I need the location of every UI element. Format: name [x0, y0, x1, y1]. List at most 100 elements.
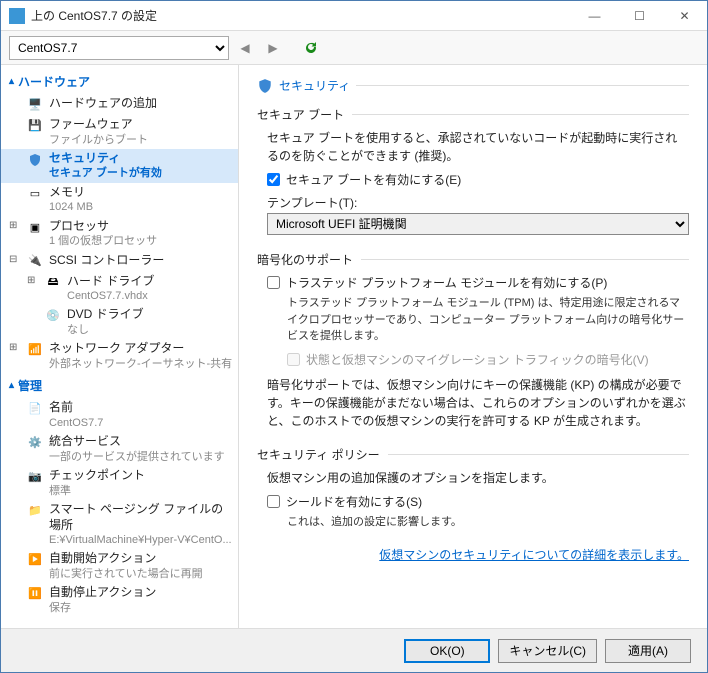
sidebar-item-processor[interactable]: ⊞ ▣ プロセッサ1 個の仮想プロセッサ — [1, 217, 238, 251]
sidebar-item-sub: 前に実行されていた場合に再開 — [49, 567, 234, 581]
sidebar-item-security[interactable]: セキュリティセキュア ブートが有効 — [1, 149, 238, 183]
sidebar-item-label: SCSI コントローラー — [49, 253, 234, 269]
category-label: 管理 — [18, 377, 42, 394]
dvd-icon: 💿 — [45, 308, 61, 324]
name-icon: 📄 — [27, 401, 43, 417]
sidebar: ▴ ハードウェア 🖥️ ハードウェアの追加 💾 ファームウェアファイルからブート… — [1, 65, 239, 628]
sidebar-item-sub: セキュア ブートが有効 — [49, 166, 234, 180]
group-legend: セキュア ブート — [257, 106, 344, 123]
section-header: セキュリティ — [257, 77, 689, 94]
sidebar-item-name[interactable]: 📄 名前CentOS7.7 — [1, 398, 238, 432]
maximize-button[interactable]: ☐ — [617, 1, 662, 31]
vm-select[interactable]: CentOS7.7 — [9, 36, 229, 60]
sidebar-item-autostop[interactable]: ⏸️ 自動停止アクション保存 — [1, 583, 238, 617]
apply-button[interactable]: 適用(A) — [605, 639, 691, 663]
checkpoint-icon: 📷 — [27, 469, 43, 485]
sidebar-item-label: スマート ページング ファイルの場所 — [49, 502, 234, 533]
sidebar-item-label: ハードウェアの追加 — [49, 96, 234, 112]
sidebar-item-label: 統合サービス — [49, 434, 234, 450]
sidebar-item-sub: 1 個の仮想プロセッサ — [49, 234, 234, 248]
harddrive-icon: 🖴 — [45, 275, 61, 291]
encryption-group: 暗号化のサポート トラステッド プラットフォーム モジュールを有効にする(P) … — [257, 251, 689, 430]
sidebar-item-label: 名前 — [49, 400, 234, 416]
template-label: テンプレート(T): — [267, 194, 689, 211]
tpm-checkbox[interactable] — [267, 276, 280, 289]
chevron-up-icon: ▴ — [9, 76, 14, 87]
sidebar-item-harddrive[interactable]: ⊞ 🖴 ハード ドライブCentOS7.7.vhdx — [1, 272, 238, 306]
details-link[interactable]: 仮想マシンのセキュリティについての詳細を表示します。 — [257, 546, 689, 563]
tpm-checkbox-row[interactable]: トラステッド プラットフォーム モジュールを有効にする(P) — [267, 274, 689, 291]
sidebar-item-network[interactable]: ⊞ 📶 ネットワーク アダプター外部ネットワーク-イーサネット-共有 — [1, 339, 238, 373]
sidebar-item-label: DVD ドライブ — [67, 307, 234, 323]
ok-button[interactable]: OK(O) — [404, 639, 490, 663]
shield-icon — [257, 78, 273, 94]
secure-boot-desc: セキュア ブートを使用すると、承認されていないコードが起動時に実行されるのを防ぐ… — [267, 129, 689, 165]
close-button[interactable]: ✕ — [662, 1, 707, 31]
sidebar-item-sub: 一部のサービスが提供されています — [49, 450, 234, 464]
autostop-icon: ⏸️ — [27, 586, 43, 602]
window-buttons: — ☐ ✕ — [572, 1, 707, 31]
sidebar-item-label: セキュリティ — [49, 151, 234, 167]
sidebar-item-integration[interactable]: ⚙️ 統合サービス一部のサービスが提供されています — [1, 432, 238, 466]
footer: OK(O) キャンセル(C) 適用(A) — [1, 628, 707, 672]
sidebar-item-label: ネットワーク アダプター — [49, 341, 234, 357]
sidebar-item-sub: CentOS7.7.vhdx — [67, 289, 234, 303]
group-legend: セキュリティ ポリシー — [257, 446, 380, 463]
nav-prev-button[interactable]: ◀ — [233, 36, 257, 60]
firmware-icon: 💾 — [27, 118, 43, 134]
add-hardware-icon: 🖥️ — [27, 97, 43, 113]
category-hardware[interactable]: ▴ ハードウェア — [1, 69, 238, 94]
chevron-up-icon: ▴ — [9, 380, 14, 391]
category-management[interactable]: ▴ 管理 — [1, 373, 238, 398]
sidebar-item-label: ファームウェア — [49, 117, 234, 133]
autostart-icon: ▶️ — [27, 552, 43, 568]
smartpaging-icon: 📁 — [27, 503, 43, 519]
checkbox-label: トラステッド プラットフォーム モジュールを有効にする(P) — [286, 274, 607, 291]
sidebar-item-smartpaging[interactable]: 📁 スマート ページング ファイルの場所E:¥VirtualMachine¥Hy… — [1, 500, 238, 549]
tpm-desc: トラステッド プラットフォーム モジュール (TPM) は、特定用途に限定される… — [287, 295, 689, 345]
processor-icon: ▣ — [27, 220, 43, 236]
checkbox-label: シールドを有効にする(S) — [286, 493, 422, 510]
sidebar-item-memory[interactable]: ▭ メモリ1024 MB — [1, 183, 238, 217]
refresh-button[interactable] — [299, 36, 323, 60]
sidebar-item-sub: CentOS7.7 — [49, 416, 234, 430]
migrate-checkbox-row: 状態と仮想マシンのマイグレーション トラフィックの暗号化(V) — [287, 351, 689, 368]
sidebar-item-checkpoint[interactable]: 📷 チェックポイント標準 — [1, 466, 238, 500]
secure-boot-checkbox-row[interactable]: セキュア ブートを有効にする(E) — [267, 171, 689, 188]
sidebar-item-scsi[interactable]: ⊟ 🔌 SCSI コントローラー — [1, 251, 238, 272]
secure-boot-checkbox[interactable] — [267, 173, 280, 186]
app-icon — [9, 8, 25, 24]
sidebar-item-label: メモリ — [49, 185, 234, 201]
sidebar-item-add-hardware[interactable]: 🖥️ ハードウェアの追加 — [1, 94, 238, 115]
sidebar-item-label: ハード ドライブ — [67, 274, 234, 290]
sidebar-item-sub: E:¥VirtualMachine¥Hyper-V¥CentO... — [49, 533, 234, 547]
sidebar-item-label: 自動停止アクション — [49, 585, 234, 601]
policy-desc: 仮想マシン用の追加保護のオプションを指定します。 — [267, 469, 689, 487]
collapse-icon[interactable]: ⊟ — [9, 253, 21, 266]
nav-next-button[interactable]: ▶ — [261, 36, 285, 60]
sidebar-item-autostart[interactable]: ▶️ 自動開始アクション前に実行されていた場合に再開 — [1, 549, 238, 583]
minimize-button[interactable]: — — [572, 1, 617, 31]
sidebar-item-firmware[interactable]: 💾 ファームウェアファイルからブート — [1, 115, 238, 149]
shield-checkbox[interactable] — [267, 495, 280, 508]
sidebar-item-sub: 標準 — [49, 484, 234, 498]
policy-group: セキュリティ ポリシー 仮想マシン用の追加保護のオプションを指定します。 シール… — [257, 446, 689, 531]
expand-icon[interactable]: ⊞ — [9, 341, 21, 354]
cancel-button[interactable]: キャンセル(C) — [498, 639, 597, 663]
expand-icon[interactable]: ⊞ — [27, 274, 39, 287]
sidebar-item-label: 自動開始アクション — [49, 551, 234, 567]
section-title: セキュリティ — [279, 77, 350, 94]
sidebar-item-sub: ファイルからブート — [49, 133, 234, 147]
expand-icon[interactable]: ⊞ — [9, 219, 21, 232]
template-select[interactable]: Microsoft UEFI 証明機関 — [267, 213, 689, 235]
content-panel: セキュリティ セキュア ブート セキュア ブートを使用すると、承認されていないコ… — [239, 65, 707, 628]
sidebar-item-sub: 1024 MB — [49, 200, 234, 214]
shield-icon — [27, 152, 43, 168]
titlebar: 上の CentOS7.7 の設定 — ☐ ✕ — [1, 1, 707, 31]
checkbox-label: 状態と仮想マシンのマイグレーション トラフィックの暗号化(V) — [306, 351, 649, 368]
toolbar: CentOS7.7 ◀ ▶ — [1, 31, 707, 65]
scsi-icon: 🔌 — [27, 254, 43, 270]
shield-checkbox-row[interactable]: シールドを有効にする(S) — [267, 493, 689, 510]
secure-boot-group: セキュア ブート セキュア ブートを使用すると、承認されていないコードが起動時に… — [257, 106, 689, 235]
sidebar-item-dvd[interactable]: 💿 DVD ドライブなし — [1, 305, 238, 339]
